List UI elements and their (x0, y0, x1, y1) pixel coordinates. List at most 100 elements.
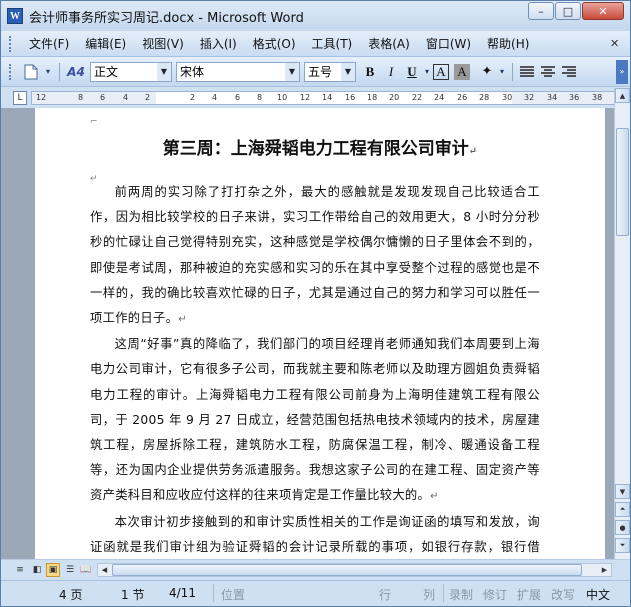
menu-view[interactable]: 视图(V) (134, 35, 192, 52)
title-bar[interactable]: W 会计师事务所实习周记.docx - Microsoft Word – □ ✕ (1, 1, 630, 31)
chevron-down-icon[interactable]: ▼ (341, 62, 355, 81)
chevron-down-icon[interactable]: ▼ (157, 62, 171, 81)
ruler-number: 4 (123, 93, 129, 102)
paragraph-mark-icon: ↵ (178, 314, 187, 326)
toolbar-options-chevron-icon[interactable]: ▾ (43, 62, 53, 82)
document-heading[interactable]: 第三周：上海舜韬电力工程有限公司审计↵ (35, 134, 605, 159)
web-layout-view-icon[interactable]: ◧ (30, 563, 44, 577)
ruler-number: 22 (412, 93, 423, 102)
menu-window[interactable]: 窗口(W) (418, 35, 479, 52)
paragraph-text: 这周“好事”真的降临了，我们部门的项目经理肖老师通知我们本周要到上海电力公司审计… (90, 337, 540, 503)
menu-grip-handle[interactable] (9, 35, 13, 52)
ruler-number: 16 (345, 93, 356, 102)
font-size-value: 五号 (308, 65, 333, 79)
menu-format[interactable]: 格式(O) (245, 35, 304, 52)
align-right-icon[interactable] (559, 62, 579, 82)
word-window: W 会计师事务所实习周记.docx - Microsoft Word – □ ✕… (0, 0, 631, 607)
normal-view-icon[interactable]: ≡ (13, 563, 27, 577)
style-dropdown[interactable]: 正文 ▼ (90, 61, 172, 82)
body-paragraph[interactable]: 本次审计初步接触到的和审计实质性相关的工作是询证函的填写和发放，询证函就是我们审… (90, 510, 540, 559)
heading-text: 第三周：上海舜韬电力工程有限公司审计 (162, 139, 469, 159)
new-document-icon[interactable] (21, 62, 41, 82)
ruler-number: 34 (547, 93, 558, 102)
tab-selector-icon[interactable]: L (13, 91, 27, 105)
scroll-down-arrow-icon[interactable]: ▼ (615, 484, 630, 499)
status-line: 行 (379, 588, 392, 602)
previous-page-icon[interactable]: ⏶ (615, 502, 630, 517)
menu-bar: 文件(F) 编辑(E) 视图(V) 插入(I) 格式(O) 工具(T) 表格(A… (1, 31, 630, 57)
status-track-changes[interactable]: 修订 (483, 586, 507, 603)
menu-help[interactable]: 帮助(H) (479, 35, 537, 52)
document-body[interactable]: 前两周的实习除了打打杂之外，最大的感触就是发现发现自己比较适合工作，因为相比较学… (90, 180, 540, 559)
window-title: 会计师事务所实习周记.docx - Microsoft Word (29, 10, 304, 26)
print-layout-view-icon[interactable]: ▣ (46, 563, 60, 577)
underline-button[interactable]: U (402, 62, 422, 82)
status-bar: 4 页 1 节 4/11 位置 行 列 录制 修订 扩展 改写 中文 (1, 580, 630, 606)
maximize-button[interactable]: □ (555, 2, 581, 20)
font-dropdown[interactable]: 宋体 ▼ (176, 61, 300, 82)
paragraph-mark-icon: ↵ (430, 491, 439, 503)
ruler-number: 28 (479, 93, 490, 102)
ruler-number: 38 (592, 93, 603, 102)
font-size-dropdown[interactable]: 五号 ▼ (304, 61, 356, 82)
ruler-number: 6 (235, 93, 241, 102)
paragraph-mark-icon: ↵ (468, 146, 478, 157)
ruler-number: 4 (212, 93, 218, 102)
document-page[interactable]: ⌐ 第三周：上海舜韬电力工程有限公司审计↵ ↵ 前两周的实习除了打打杂之外，最大… (35, 108, 605, 559)
menu-tools[interactable]: 工具(T) (304, 35, 361, 52)
status-column: 列 (423, 588, 436, 602)
toolbar-grip-handle[interactable] (9, 63, 13, 80)
chevron-down-icon[interactable]: ▼ (285, 62, 299, 81)
scroll-left-arrow-icon[interactable]: ◀ (98, 564, 111, 576)
status-overtype[interactable]: 改写 (551, 586, 575, 603)
scroll-right-arrow-icon[interactable]: ▶ (598, 564, 611, 576)
bold-button[interactable]: B (360, 62, 380, 82)
styles-and-formatting-icon[interactable]: A4 (64, 62, 88, 82)
scroll-up-arrow-icon[interactable]: ▲ (615, 88, 630, 103)
status-position: 位置 (221, 588, 246, 602)
ruler-number: 24 (434, 93, 445, 102)
formatting-toolbar: ▾ A4 正文 ▼ 宋体 ▼ 五号 ▼ B I U ▾ A A ✦ ▾ » (1, 57, 630, 87)
paragraph-corner-mark: ⌐ (90, 117, 98, 127)
highlight-button[interactable]: ✦ (477, 62, 497, 82)
word-app-icon[interactable]: W (7, 8, 23, 24)
character-shading-button[interactable]: A (454, 63, 470, 80)
ruler-number: 20 (389, 93, 400, 102)
menu-insert[interactable]: 插入(I) (192, 35, 245, 52)
status-language: 中文 (586, 588, 611, 602)
horizontal-ruler[interactable]: 12 8 6 4 2 2 4 6 8 10 12 14 16 18 20 22 … (31, 91, 615, 105)
ruler-number: 2 (145, 93, 151, 102)
ruler-number: 8 (257, 93, 263, 102)
close-document-icon[interactable]: ✕ (610, 37, 624, 51)
menu-edit[interactable]: 编辑(E) (77, 35, 134, 52)
body-paragraph[interactable]: 前两周的实习除了打打杂之外，最大的感触就是发现发现自己比较适合工作，因为相比较学… (90, 180, 540, 332)
horizontal-scroll-thumb[interactable] (112, 564, 582, 576)
minimize-button[interactable]: – (528, 2, 554, 20)
select-browse-object-icon[interactable]: ● (615, 520, 630, 535)
view-and-hscroll-bar: ≡ ◧ ▣ ☰ 📖 ◀ ▶ (1, 559, 630, 579)
character-border-button[interactable]: A (433, 63, 449, 80)
status-record[interactable]: 录制 (449, 586, 473, 603)
italic-button[interactable]: I (381, 62, 401, 82)
font-value: 宋体 (180, 65, 205, 79)
vertical-scroll-thumb[interactable] (616, 128, 629, 236)
ruler-number: 26 (457, 93, 468, 102)
next-page-icon[interactable]: ⏷ (615, 538, 630, 553)
body-paragraph[interactable]: 这周“好事”真的降临了，我们部门的项目经理肖老师通知我们本周要到上海电力公司审计… (90, 332, 540, 509)
vertical-scrollbar[interactable]: ▲ ▼ ⏶ ● ⏷ (614, 88, 630, 559)
menu-file[interactable]: 文件(F) (21, 35, 77, 52)
align-justify-icon[interactable] (517, 62, 537, 82)
underline-options-chevron-icon[interactable]: ▾ (423, 62, 431, 82)
align-center-icon[interactable] (538, 62, 558, 82)
outline-view-icon[interactable]: ☰ (63, 563, 77, 577)
status-section: 1 节 (121, 588, 145, 602)
horizontal-scrollbar[interactable]: ◀ ▶ (97, 563, 612, 577)
status-extend[interactable]: 扩展 (517, 586, 541, 603)
status-page: 4 页 (59, 588, 83, 602)
menu-table[interactable]: 表格(A) (360, 35, 418, 52)
toolbar-more-chevron-icon[interactable]: » (616, 59, 628, 84)
reading-layout-view-icon[interactable]: 📖 (79, 563, 93, 577)
status-page-of: 4/11 (169, 586, 196, 600)
highlight-options-chevron-icon[interactable]: ▾ (498, 62, 506, 82)
close-button[interactable]: ✕ (582, 2, 624, 20)
